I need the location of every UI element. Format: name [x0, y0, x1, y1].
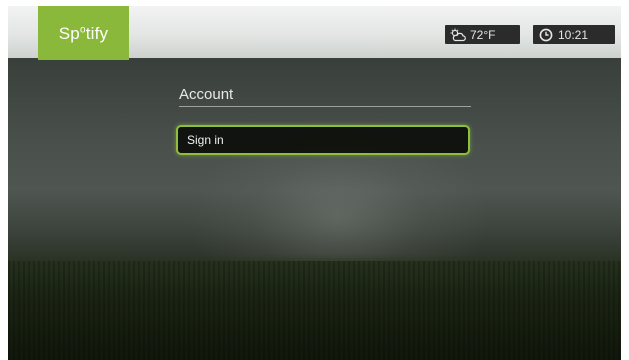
spotify-logo: Spotify: [58, 24, 109, 43]
sign-in-label: Sign in: [187, 133, 224, 147]
clock-icon: [537, 27, 554, 42]
clock-time-text: 10:21: [558, 27, 589, 42]
top-bar: Spotify 72°F 10:21: [8, 6, 621, 60]
background-field: [8, 261, 621, 360]
clock-indicator: 10:21: [533, 25, 615, 44]
menu-divider: [179, 106, 471, 107]
tv-screen: Spotify 72°F 10:21 Account Sign in: [8, 6, 621, 360]
sign-in-menu-item[interactable]: Sign in: [176, 125, 470, 155]
temperature-text: 72°F: [470, 27, 496, 42]
weather-indicator: 72°F: [445, 25, 520, 44]
spotify-logo-tile: Spotify: [38, 6, 129, 60]
cloud-sun-icon: [449, 27, 466, 42]
menu-title: Account: [179, 86, 234, 103]
